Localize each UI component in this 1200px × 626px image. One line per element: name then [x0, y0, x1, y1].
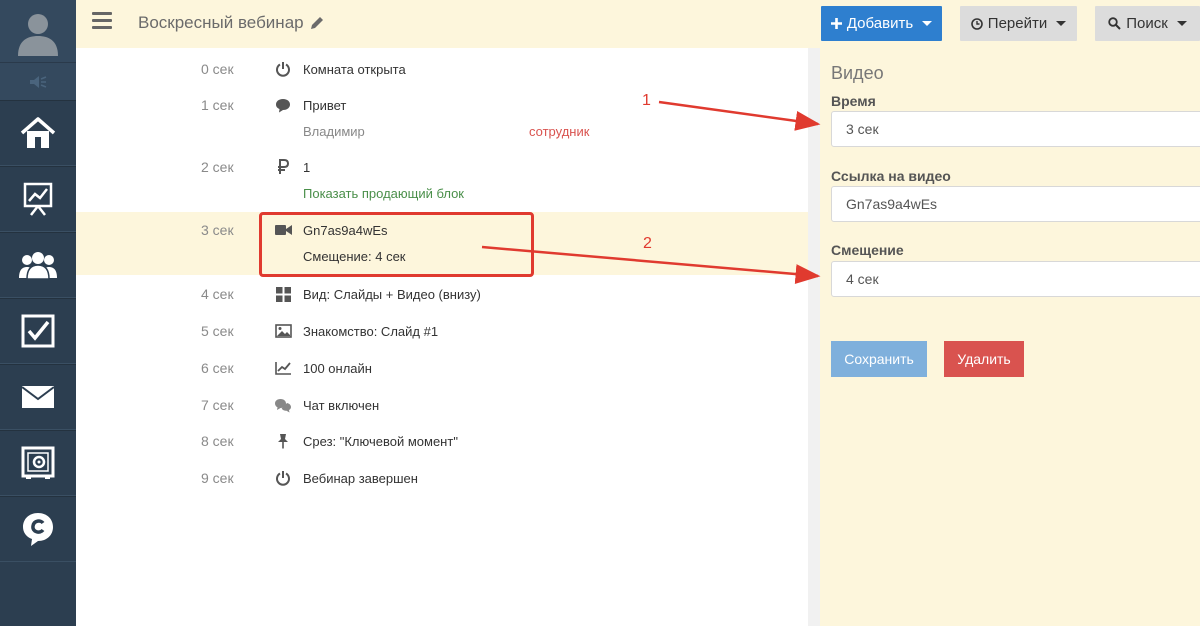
scrollbar[interactable]	[808, 48, 820, 626]
time-input[interactable]	[831, 111, 1200, 147]
caret-down-icon	[922, 21, 933, 26]
sound-toggle[interactable]	[0, 62, 76, 100]
speaker-icon	[30, 75, 47, 88]
panel-title: Видео	[831, 63, 884, 83]
mail-icon	[21, 386, 55, 408]
timeline-text: Привет	[303, 98, 347, 113]
timeline-author: Владимир	[303, 124, 365, 139]
page-title-text: Воскресный вебинар	[138, 13, 304, 32]
sidebar-item-home[interactable]	[0, 100, 76, 166]
line-chart-icon	[274, 359, 292, 377]
timeline-text: Вид: Слайды + Видео (внизу)	[303, 287, 481, 302]
timeline-time: 4 сек	[201, 286, 234, 302]
go-button-label: Перейти	[987, 15, 1048, 32]
timeline-time: 1 сек	[201, 97, 234, 113]
add-button-label: Добавить	[846, 15, 914, 32]
power-icon	[274, 469, 292, 487]
users-icon	[19, 252, 57, 280]
timeline-text: Комната открыта	[303, 62, 406, 77]
offset-label: Смещение	[831, 242, 904, 258]
timeline-item[interactable]: 7 сек Чат включен	[76, 395, 808, 431]
safe-icon	[21, 446, 55, 479]
timeline-item[interactable]: 5 сек Знакомство: Слайд #1	[76, 321, 808, 357]
sidebar-item-settings[interactable]	[0, 430, 76, 496]
timeline-time: 0 сек	[201, 61, 234, 77]
timeline-text: 100 онлайн	[303, 361, 372, 376]
comments-icon	[274, 396, 292, 414]
sidebar-item-mail[interactable]	[0, 364, 76, 430]
annotation-number-2: 2	[643, 235, 652, 252]
search-button-label: Поиск	[1126, 15, 1168, 32]
timeline-text: Срез: "Ключевой момент"	[303, 434, 458, 449]
timeline-time: 8 сек	[201, 433, 234, 449]
sidebar-item-users[interactable]	[0, 232, 76, 298]
timeline-item[interactable]: 0 сек Комната открыта	[76, 58, 808, 94]
timeline-item[interactable]: 6 сек 100 онлайн	[76, 358, 808, 394]
sidebar-item-support[interactable]	[0, 496, 76, 562]
power-icon	[274, 60, 292, 78]
caret-down-icon	[1056, 21, 1067, 26]
edit-panel: Видео Время Ссылка на видео Смещение Сох…	[820, 48, 1200, 626]
go-button[interactable]: Перейти	[960, 6, 1077, 41]
pencil-icon[interactable]	[310, 16, 324, 30]
chat-c-icon	[23, 513, 53, 546]
save-button[interactable]: Сохранить	[831, 341, 927, 377]
annotation-number-1: 1	[642, 92, 651, 109]
delete-button[interactable]: Удалить	[944, 341, 1024, 377]
pin-icon	[274, 432, 292, 450]
home-icon	[20, 117, 56, 148]
timeline-role: сотрудник	[529, 124, 590, 139]
timeline-text: Вебинар завершен	[303, 471, 418, 486]
ruble-icon	[274, 158, 292, 176]
timeline-time: 9 сек	[201, 470, 234, 486]
timeline-time: 6 сек	[201, 360, 234, 376]
caret-down-icon	[1176, 21, 1187, 26]
timeline-time: 5 сек	[201, 323, 234, 339]
image-icon	[274, 322, 292, 340]
menu-icon[interactable]	[92, 12, 112, 30]
sidebar	[0, 0, 76, 626]
avatar[interactable]	[0, 0, 76, 62]
grid-icon	[274, 285, 292, 303]
timeline-time: 2 сек	[201, 159, 234, 175]
timeline-item[interactable]: 4 сек Вид: Слайды + Видео (внизу)	[76, 284, 808, 320]
timeline-item[interactable]: 8 сек Срез: "Ключевой момент"	[76, 431, 808, 467]
video-link-input[interactable]	[831, 186, 1200, 222]
highlight-box	[259, 212, 534, 277]
top-bar: Воскресный вебинар Добавить Перейти Поис…	[76, 0, 1200, 48]
page-title: Воскресный вебинар	[138, 13, 324, 33]
timeline-item[interactable]: 9 сек Вебинар завершен	[76, 468, 808, 504]
timeline-text: 1	[303, 160, 311, 175]
plus-icon	[830, 18, 842, 29]
timeline-text: Знакомство: Слайд #1	[303, 324, 439, 339]
timeline-time: 3 сек	[201, 222, 234, 238]
add-button[interactable]: Добавить	[821, 6, 942, 41]
timeline-time: 7 сек	[201, 397, 234, 413]
time-label: Время	[831, 93, 876, 109]
video-link-label: Ссылка на видео	[831, 168, 951, 184]
user-icon	[18, 14, 58, 56]
search-icon	[1108, 17, 1121, 30]
comment-icon	[274, 96, 292, 114]
timeline-text: Чат включен	[303, 398, 380, 413]
checkbox-icon	[21, 314, 55, 348]
timeline: 0 сек Комната открыта 1 сек Привет Влади…	[76, 48, 808, 626]
timeline-item[interactable]: 1 сек Привет Владимир сотрудник	[76, 94, 808, 150]
search-button[interactable]: Поиск	[1095, 6, 1200, 41]
sidebar-item-tasks[interactable]	[0, 298, 76, 364]
sidebar-item-stats[interactable]	[0, 166, 76, 232]
chart-icon	[23, 182, 53, 216]
timeline-subtext: Показать продающий блок	[303, 186, 464, 201]
clock-icon	[970, 17, 983, 30]
offset-input[interactable]	[831, 261, 1200, 297]
timeline-item[interactable]: 2 сек 1 Показать продающий блок	[76, 156, 808, 212]
